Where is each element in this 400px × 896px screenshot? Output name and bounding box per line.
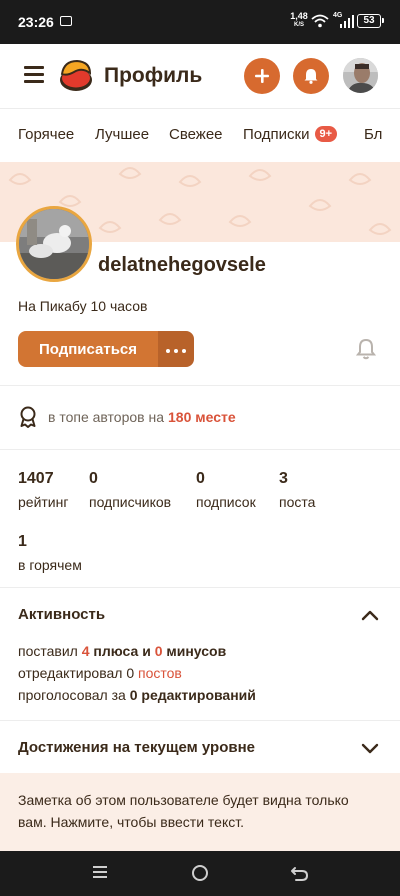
bell-icon [304,69,318,84]
add-post-button[interactable] [244,58,280,94]
activity-text: проголосовал за [18,687,126,703]
subscribe-button[interactable]: Подписаться [18,331,158,367]
profile-username: delatnehegovsele [98,254,266,276]
plus-count: 4 [81,643,90,659]
stat-label: рейтинг [18,494,69,510]
stat-value: 3 [279,470,288,487]
top-authors-rank: 180 месте [168,409,236,425]
message-notification-icon [60,16,72,26]
tab-best[interactable]: Лучшее [95,126,149,143]
system-nav-bar [0,851,400,896]
battery-indicator: 53 [357,14,384,28]
profile-registration: На Пикабу 10 часов [18,298,148,314]
chevron-up-icon[interactable] [360,608,380,622]
stat-posts[interactable]: 3 поста [279,470,315,510]
home-icon[interactable] [190,863,210,883]
edited-count: 0 [126,665,135,681]
pikabu-logo[interactable] [58,58,94,94]
stat-label: поста [279,494,316,510]
top-authors-line: в топе авторов на 180 месте [18,406,236,428]
subscriptions-badge: 9+ [314,126,338,142]
more-dots-icon [164,340,188,358]
edits-word: редактирований [141,687,256,703]
stat-subscriptions[interactable]: 0 подписок [196,470,256,510]
achievements-title[interactable]: Достижения на текущем уровне [18,739,255,756]
stat-value: 1407 [18,470,54,487]
activity-text: отредактировал [18,665,123,681]
back-icon[interactable] [290,863,310,883]
tab-blogs[interactable]: Бл [364,126,382,143]
divider [0,720,400,721]
network-speed: 1,48 K/S [290,12,308,30]
subscribe-button-group: Подписаться [18,331,194,367]
status-bar: 23:26 1,48 K/S 4G 53 [0,0,400,44]
activity-voted-line: проголосовал за 0 редактирований [18,687,256,703]
divider [0,385,400,386]
profile-notify-bell-icon[interactable] [356,338,376,360]
activity-title[interactable]: Активность [18,606,105,623]
stat-rating: 1407 рейтинг [18,470,68,510]
and-word: и [142,643,151,659]
top-authors-prefix: в топе авторов на [48,409,164,425]
signal-icon [340,15,354,28]
plus-word: плюса [93,643,139,659]
tab-hot[interactable]: Горячее [18,126,74,143]
stat-value: 1 [18,533,27,550]
stat-label: подписчиков [89,494,172,510]
wifi-icon [311,14,329,28]
recent-apps-icon[interactable] [91,863,109,881]
menu-icon[interactable] [24,66,44,84]
stat-hot[interactable]: 1 в горячем [18,533,82,573]
tab-fresh[interactable]: Свежее [169,126,223,143]
stat-value: 0 [196,470,205,487]
tab-subscriptions-label: Подписки [243,126,310,143]
posts-link[interactable]: постов [138,665,182,681]
user-avatar[interactable] [343,58,378,93]
private-note-text: Заметка об этом пользователе будет видна… [18,792,349,830]
minus-word: минусов [166,643,227,659]
stat-label: подписок [196,494,256,510]
status-time: 23:26 [18,14,54,30]
voted-count: 0 [129,687,138,703]
stat-label: в горячем [18,557,82,573]
app-header: Профиль [0,44,400,108]
activity-votes-line: поставил 4 плюса и 0 минусов [18,643,226,659]
private-note[interactable]: Заметка об этом пользователе будет видна… [0,773,400,851]
award-icon [20,406,36,428]
tab-subscriptions[interactable]: Подписки 9+ [243,126,338,143]
network-speed-unit: K/S [293,22,304,28]
activity-edits-line: отредактировал 0 постов [18,665,182,681]
minus-count: 0 [154,643,163,659]
network-speed-value: 1,48 [290,11,308,21]
profile-avatar[interactable] [16,206,92,282]
plus-icon [255,69,269,83]
stat-subscribers[interactable]: 0 подписчиков [89,470,171,510]
divider [0,449,400,450]
feed-tabs: Горячее Лучшее Свежее Подписки 9+ Бл [0,108,400,162]
divider [0,587,400,588]
notifications-button[interactable] [293,58,329,94]
stat-value: 0 [89,470,98,487]
chevron-down-icon[interactable] [360,741,380,755]
activity-text: поставил [18,643,78,659]
more-options-button[interactable] [158,331,194,367]
page-title: Профиль [104,64,203,87]
